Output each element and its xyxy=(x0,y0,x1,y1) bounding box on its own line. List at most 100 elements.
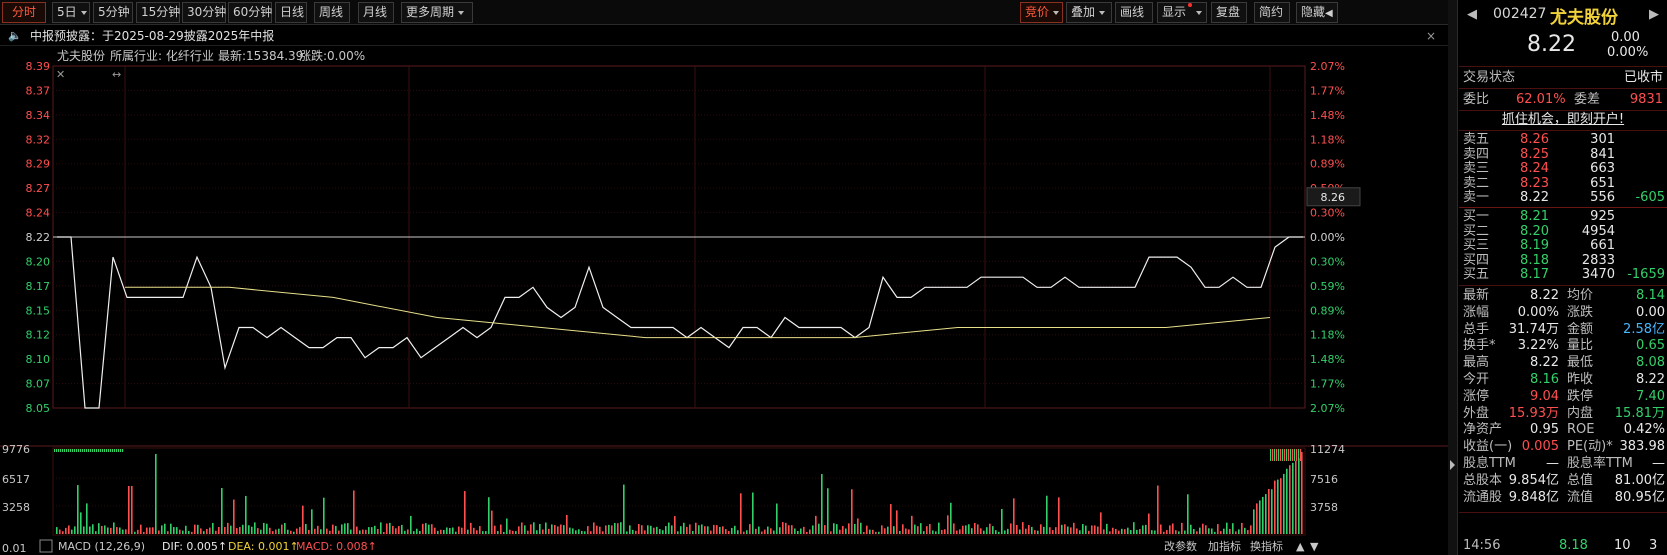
more-periods-dropdown[interactable]: 更多周期 xyxy=(401,2,473,23)
tab-30min[interactable]: 30分钟 xyxy=(182,2,226,23)
pct-tick-label: 1.48% xyxy=(1310,109,1345,122)
pct-tick-label: 1.18% xyxy=(1310,329,1345,342)
volume-bar xyxy=(200,528,202,534)
volume-bar xyxy=(260,529,262,534)
volume-bar xyxy=(851,489,853,534)
volume-bar xyxy=(716,525,718,534)
macd-dea: DEA: 0.001↑ xyxy=(228,540,299,553)
volume-bar xyxy=(521,522,523,534)
volume-bar xyxy=(1082,524,1084,534)
volume-bar xyxy=(251,526,253,534)
volume-bar xyxy=(1022,522,1024,534)
volume-bar xyxy=(68,525,70,534)
volume-bar xyxy=(209,527,211,534)
volume-bar xyxy=(461,527,463,534)
current-price: 8.22 xyxy=(1527,32,1576,57)
pct-tick-label: 0.89% xyxy=(1310,304,1345,317)
overlay-button[interactable]: 叠加 xyxy=(1066,2,1112,23)
volume-bar xyxy=(329,530,331,534)
tab-60min[interactable]: 60分钟 xyxy=(228,2,272,23)
volume-bar xyxy=(80,512,82,534)
forward-arrow-icon[interactable]: ▶ xyxy=(1649,7,1659,22)
auction-button[interactable]: 竞价 xyxy=(1020,2,1063,23)
macd-link[interactable]: 换指标 xyxy=(1250,539,1283,553)
display-button[interactable]: 显示 xyxy=(1157,2,1207,23)
volume-bar xyxy=(956,530,958,534)
tab-weekly[interactable]: 周线 xyxy=(314,2,350,23)
volume-bar xyxy=(1013,498,1015,534)
volume-bar xyxy=(365,529,367,534)
volume-bar xyxy=(1169,525,1171,534)
volume-bar xyxy=(188,530,190,534)
volume-bar xyxy=(632,529,634,534)
replay-button[interactable]: 复盘 xyxy=(1211,2,1247,23)
volume-bar xyxy=(785,522,787,534)
volume-bar xyxy=(146,527,148,534)
close-icon[interactable]: × xyxy=(1426,26,1436,46)
volume-bar xyxy=(875,531,877,534)
volume-bar xyxy=(1190,524,1192,534)
volume-bar xyxy=(1280,478,1282,534)
volume-bar xyxy=(731,527,733,534)
open-account-link[interactable]: 抓住机会，即刻开户! xyxy=(1459,112,1667,128)
volume-bar xyxy=(653,527,655,534)
volume-bar xyxy=(353,490,355,534)
volume-bar xyxy=(638,523,640,534)
volume-bar xyxy=(1301,452,1303,534)
volume-bar xyxy=(1058,497,1060,534)
tab-intraday[interactable]: 分时 xyxy=(2,2,46,23)
volume-bar xyxy=(1244,527,1246,534)
price-tick-label: 8.17 xyxy=(26,280,51,293)
macd-link[interactable]: 加指标 xyxy=(1208,539,1241,553)
pct-tick-label: 0.59% xyxy=(1310,280,1345,293)
volume-bar xyxy=(614,522,616,534)
back-arrow-icon[interactable]: ◀ xyxy=(1467,7,1477,22)
volume-bar xyxy=(347,523,349,534)
hide-button[interactable]: 隐藏◀ xyxy=(1296,2,1338,23)
tab-monthly[interactable]: 月线 xyxy=(358,2,394,23)
volume-bar xyxy=(557,526,559,534)
volume-bar-top xyxy=(98,449,100,452)
volume-bar xyxy=(134,531,136,534)
volume-bar xyxy=(530,524,532,534)
tab-daily[interactable]: 日线 xyxy=(275,2,307,23)
volume-bar xyxy=(644,530,646,534)
volume-bar xyxy=(968,524,970,534)
tab-5day[interactable]: 5日 xyxy=(52,2,90,23)
volume-bar xyxy=(1235,531,1237,534)
volume-bar xyxy=(1073,522,1075,534)
volume-bar xyxy=(905,528,907,534)
volume-bar xyxy=(1181,522,1183,534)
volume-bar xyxy=(308,529,310,534)
volume-bar xyxy=(692,531,694,534)
price-tick-label: 8.32 xyxy=(26,133,51,146)
macd-link[interactable]: 改参数 xyxy=(1164,539,1197,553)
intraday-chart[interactable]: 8.39 2.07% 8.37 1.77% 8.34 1.48% 8.32 1.18% 8.29… xyxy=(0,46,1448,555)
volume-bar xyxy=(929,523,931,534)
volume-bar-top xyxy=(54,449,56,452)
volume-bar xyxy=(872,529,874,534)
volume-bar xyxy=(203,531,205,534)
simple-mode-button[interactable]: 简约 xyxy=(1254,2,1290,23)
volume-bar xyxy=(1205,525,1207,534)
tab-5min[interactable]: 5分钟 xyxy=(93,2,133,23)
tab-15min[interactable]: 15分钟 xyxy=(136,2,180,23)
volume-bar xyxy=(443,529,445,534)
volume-bar xyxy=(1283,473,1285,534)
volume-bar xyxy=(452,527,454,534)
volume-bar xyxy=(95,531,97,534)
volume-bar xyxy=(1079,530,1081,534)
volume-bar xyxy=(1028,525,1030,534)
expand-arrow-icon[interactable] xyxy=(1450,460,1455,470)
volume-bar xyxy=(284,522,286,534)
volume-bar xyxy=(1025,528,1027,534)
draw-line-button[interactable]: 画线 xyxy=(1115,2,1153,23)
volume-bar xyxy=(626,531,628,534)
volume-bar xyxy=(500,524,502,534)
panel-collapse-handle[interactable] xyxy=(1448,0,1458,555)
volume-bar xyxy=(269,527,271,534)
volume-bar xyxy=(635,530,637,534)
notice-text[interactable]: 中报预披露：于2025-08-29披露2025年中报 xyxy=(30,26,274,46)
volume-bar-top xyxy=(96,449,98,452)
volume-bar xyxy=(962,525,964,534)
